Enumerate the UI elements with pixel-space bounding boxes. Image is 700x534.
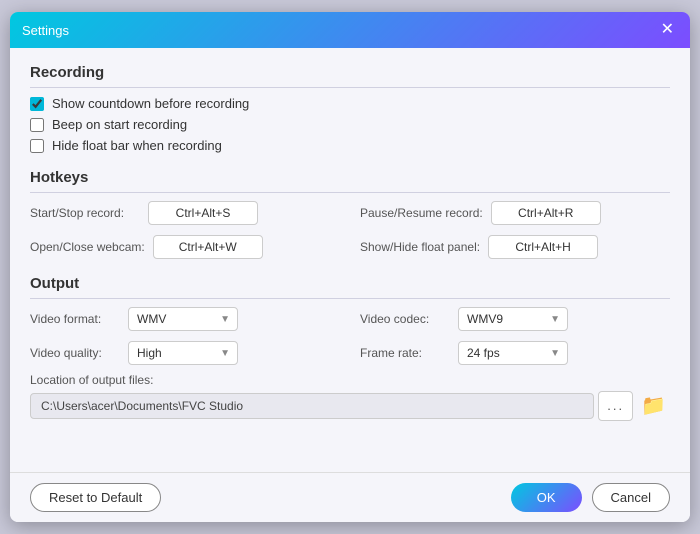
reset-button[interactable]: Reset to Default xyxy=(30,483,161,512)
recording-title: Recording xyxy=(30,64,670,88)
hotkey-input-pause-resume[interactable] xyxy=(491,201,601,225)
hotkey-label-2: Open/Close webcam: xyxy=(30,240,145,254)
checkbox-row-1: Beep on start recording xyxy=(30,117,670,132)
output-section: Output Video format: WMV MP4 AVI MOV ▼ xyxy=(30,275,670,421)
hotkey-input-webcam[interactable] xyxy=(153,235,263,259)
output-row-1: Video codec: WMV9 H264 H265 ▼ xyxy=(360,307,670,331)
checkbox-countdown[interactable] xyxy=(30,97,44,111)
hotkey-row-1: Pause/Resume record: xyxy=(360,201,670,225)
video-codec-wrapper: WMV9 H264 H265 ▼ xyxy=(458,307,568,331)
video-format-select[interactable]: WMV MP4 AVI MOV xyxy=(128,307,238,331)
video-quality-select[interactable]: High Medium Low xyxy=(128,341,238,365)
checkbox-beep[interactable] xyxy=(30,118,44,132)
folder-button[interactable]: 📁 xyxy=(637,391,670,420)
hotkey-input-float-panel[interactable] xyxy=(488,235,598,259)
close-button[interactable]: ✕ xyxy=(657,20,678,40)
location-input[interactable] xyxy=(30,393,594,419)
cancel-button[interactable]: Cancel xyxy=(592,483,670,512)
video-quality-wrapper: High Medium Low ▼ xyxy=(128,341,238,365)
location-label: Location of output files: xyxy=(30,373,670,387)
location-row: ... 📁 xyxy=(30,391,670,421)
video-codec-select[interactable]: WMV9 H264 H265 xyxy=(458,307,568,331)
checkbox-row-0: Show countdown before recording xyxy=(30,96,670,111)
output-label-1: Video codec: xyxy=(360,312,450,326)
frame-rate-wrapper: 24 fps 30 fps 60 fps ▼ xyxy=(458,341,568,365)
settings-content: Recording Show countdown before recordin… xyxy=(10,48,690,472)
browse-button[interactable]: ... xyxy=(598,391,633,421)
video-format-wrapper: WMV MP4 AVI MOV ▼ xyxy=(128,307,238,331)
output-row-0: Video format: WMV MP4 AVI MOV ▼ xyxy=(30,307,340,331)
hotkey-input-start-stop[interactable] xyxy=(148,201,258,225)
output-label-3: Frame rate: xyxy=(360,346,450,360)
hotkey-row-2: Open/Close webcam: xyxy=(30,235,340,259)
hotkey-row-0: Start/Stop record: xyxy=(30,201,340,225)
hotkey-row-3: Show/Hide float panel: xyxy=(360,235,670,259)
checkbox-row-2: Hide float bar when recording xyxy=(30,138,670,153)
checkbox-hide-float[interactable] xyxy=(30,139,44,153)
output-row-2: Video quality: High Medium Low ▼ xyxy=(30,341,340,365)
location-section: Location of output files: ... 📁 xyxy=(30,373,670,421)
checkbox-hide-float-label[interactable]: Hide float bar when recording xyxy=(52,138,222,153)
title-bar: Settings ✕ xyxy=(10,12,690,48)
recording-section: Recording Show countdown before recordin… xyxy=(30,64,670,153)
ok-button[interactable]: OK xyxy=(511,483,582,512)
hotkey-label-1: Pause/Resume record: xyxy=(360,206,483,220)
hotkeys-title: Hotkeys xyxy=(30,169,670,193)
checkbox-countdown-label[interactable]: Show countdown before recording xyxy=(52,96,249,111)
output-label-2: Video quality: xyxy=(30,346,120,360)
hotkey-label-3: Show/Hide float panel: xyxy=(360,240,480,254)
output-label-0: Video format: xyxy=(30,312,120,326)
checkbox-beep-label[interactable]: Beep on start recording xyxy=(52,117,187,132)
dialog-title: Settings xyxy=(22,23,69,38)
output-row-3: Frame rate: 24 fps 30 fps 60 fps ▼ xyxy=(360,341,670,365)
footer-right: OK Cancel xyxy=(511,483,670,512)
output-grid: Video format: WMV MP4 AVI MOV ▼ Video co… xyxy=(30,307,670,365)
footer: Reset to Default OK Cancel xyxy=(10,472,690,522)
hotkeys-section: Hotkeys Start/Stop record: Pause/Resume … xyxy=(30,169,670,259)
hotkey-label-0: Start/Stop record: xyxy=(30,206,140,220)
output-title: Output xyxy=(30,275,670,299)
settings-dialog: Settings ✕ Recording Show countdown befo… xyxy=(10,12,690,522)
frame-rate-select[interactable]: 24 fps 30 fps 60 fps xyxy=(458,341,568,365)
hotkeys-grid: Start/Stop record: Pause/Resume record: … xyxy=(30,201,670,259)
